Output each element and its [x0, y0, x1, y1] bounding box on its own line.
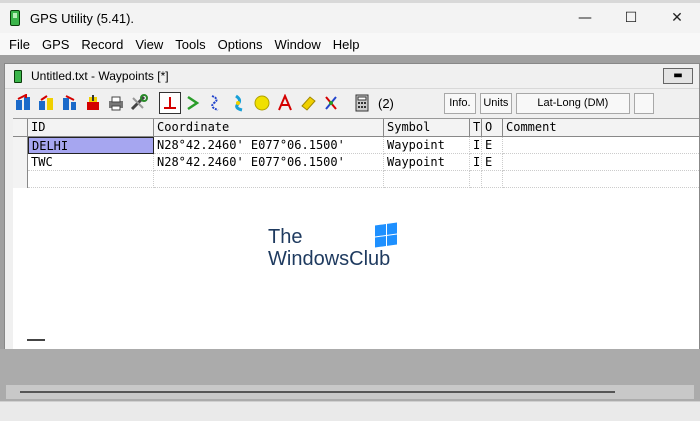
calculator-icon[interactable]	[351, 92, 373, 114]
record-count: (2)	[378, 95, 394, 111]
grid-scroll-indicator	[27, 339, 45, 341]
menu-record[interactable]: Record	[76, 37, 128, 52]
windows-logo-icon	[375, 222, 397, 248]
cell-t[interactable]: I	[470, 154, 482, 171]
app-title: GPS Utility (5.41).	[30, 10, 135, 26]
cell-symbol[interactable]: Waypoint	[384, 137, 470, 154]
grid-header: ID Coordinate Symbol T O Comment	[13, 119, 699, 137]
menu-tools[interactable]: Tools	[170, 37, 210, 52]
menu-options[interactable]: Options	[213, 37, 268, 52]
column-header-t[interactable]: T	[470, 119, 482, 136]
column-header-id[interactable]: ID	[28, 119, 154, 136]
table-row[interactable]: DELHI N28°42.2460' E077°06.1500' Waypoin…	[13, 137, 699, 154]
cell-id[interactable]: TWC	[28, 154, 154, 171]
child-minimize-button[interactable]: ▬	[663, 68, 693, 84]
coordinate-format-button[interactable]: Lat-Long (DM)	[515, 92, 630, 114]
scrollbar-thumb[interactable]	[20, 391, 615, 393]
close-button[interactable]: ✕	[654, 3, 700, 33]
cell-symbol[interactable]: Waypoint	[384, 154, 470, 171]
horizontal-scrollbar[interactable]	[6, 385, 694, 399]
edit-icon[interactable]	[297, 92, 319, 114]
watermark: The WindowsClub	[268, 222, 397, 271]
column-header-comment[interactable]: Comment	[503, 119, 699, 136]
watermark-line1: The	[268, 226, 303, 248]
row-header[interactable]	[13, 137, 28, 154]
window-controls: — ☐ ✕	[562, 3, 700, 33]
upload-icon[interactable]	[36, 92, 58, 114]
waypoint-icon[interactable]	[159, 92, 181, 114]
menu-bar: File GPS Record View Tools Options Windo…	[0, 33, 700, 55]
child-title: Untitled.txt - Waypoints [*]	[31, 69, 169, 83]
status-bar	[0, 401, 700, 421]
cell-t[interactable]: I	[470, 137, 482, 154]
waypoints-window: Untitled.txt - Waypoints [*] ▬ (2) Info.…	[4, 63, 700, 350]
map-icon[interactable]	[228, 92, 250, 114]
menu-view[interactable]: View	[130, 37, 168, 52]
cell-id[interactable]	[28, 171, 154, 188]
toolbar: (2) Info. Units Lat-Long (DM)	[5, 88, 699, 117]
transfer-icon[interactable]	[59, 92, 81, 114]
row-header-corner	[13, 119, 28, 136]
download-icon[interactable]	[82, 92, 104, 114]
column-header-symbol[interactable]: Symbol	[384, 119, 470, 136]
cell-symbol[interactable]	[384, 171, 470, 188]
units-button[interactable]: Units	[479, 92, 512, 114]
text-icon[interactable]	[274, 92, 296, 114]
row-header[interactable]	[13, 171, 28, 188]
menu-gps[interactable]: GPS	[37, 37, 74, 52]
menu-window[interactable]: Window	[269, 37, 325, 52]
minimize-button[interactable]: —	[562, 3, 608, 33]
info-button[interactable]: Info.	[443, 92, 476, 114]
cell-id[interactable]: DELHI	[28, 137, 154, 154]
column-header-o[interactable]: O	[482, 119, 503, 136]
cell-comment[interactable]	[503, 171, 699, 188]
column-header-coordinate[interactable]: Coordinate	[154, 119, 384, 136]
open-gps-icon[interactable]	[13, 92, 35, 114]
tools-icon[interactable]	[128, 92, 150, 114]
menu-help[interactable]: Help	[328, 37, 365, 52]
track-icon[interactable]	[205, 92, 227, 114]
cell-o[interactable]: E	[482, 154, 503, 171]
cell-o[interactable]	[482, 171, 503, 188]
cell-t[interactable]	[470, 171, 482, 188]
cell-comment[interactable]	[503, 137, 699, 154]
cell-coordinate[interactable]	[154, 171, 384, 188]
cell-comment[interactable]	[503, 154, 699, 171]
title-bar: GPS Utility (5.41). — ☐ ✕	[0, 3, 700, 33]
cell-coordinate[interactable]: N28°42.2460' E077°06.1500'	[154, 137, 384, 154]
child-title-bar: Untitled.txt - Waypoints [*] ▬	[5, 64, 699, 88]
maximize-button[interactable]: ☐	[608, 3, 654, 33]
cell-coordinate[interactable]: N28°42.2460' E077°06.1500'	[154, 154, 384, 171]
watermark-line2: WindowsClub	[268, 248, 391, 270]
circle-icon[interactable]	[251, 92, 273, 114]
link-icon[interactable]	[320, 92, 342, 114]
toolbar-extra-button[interactable]	[633, 92, 654, 114]
menu-file[interactable]: File	[4, 37, 35, 52]
cell-o[interactable]: E	[482, 137, 503, 154]
table-row-empty[interactable]	[13, 171, 699, 188]
app-icon	[10, 10, 20, 26]
row-header[interactable]	[13, 154, 28, 171]
document-icon	[14, 69, 22, 83]
table-row[interactable]: TWC N28°42.2460' E077°06.1500' Waypoint …	[13, 154, 699, 171]
route-icon[interactable]	[182, 92, 204, 114]
print-icon[interactable]	[105, 92, 127, 114]
